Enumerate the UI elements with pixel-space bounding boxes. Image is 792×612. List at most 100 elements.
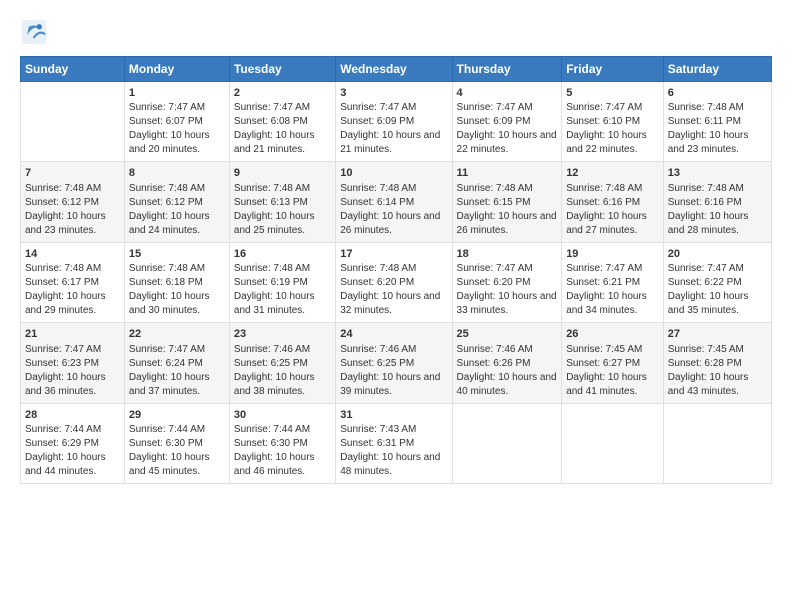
page: SundayMondayTuesdayWednesdayThursdayFrid…: [0, 0, 792, 498]
calendar-cell: 5Sunrise: 7:47 AM Sunset: 6:10 PM Daylig…: [562, 82, 664, 162]
day-content: Sunrise: 7:47 AM Sunset: 6:23 PM Dayligh…: [25, 343, 120, 399]
calendar-cell: 29Sunrise: 7:44 AM Sunset: 6:30 PM Dayli…: [124, 403, 229, 483]
header-cell-wednesday: Wednesday: [336, 57, 452, 82]
day-content: Sunrise: 7:47 AM Sunset: 6:22 PM Dayligh…: [668, 262, 767, 318]
day-content: Sunrise: 7:48 AM Sunset: 6:20 PM Dayligh…: [340, 262, 447, 318]
calendar-cell: 23Sunrise: 7:46 AM Sunset: 6:25 PM Dayli…: [229, 323, 335, 403]
calendar-cell: 20Sunrise: 7:47 AM Sunset: 6:22 PM Dayli…: [663, 242, 771, 322]
day-number: 26: [566, 327, 659, 342]
day-number: 13: [668, 166, 767, 181]
day-number: 24: [340, 327, 447, 342]
day-number: 10: [340, 166, 447, 181]
day-content: Sunrise: 7:47 AM Sunset: 6:10 PM Dayligh…: [566, 101, 659, 157]
day-number: 20: [668, 247, 767, 262]
calendar-cell: 27Sunrise: 7:45 AM Sunset: 6:28 PM Dayli…: [663, 323, 771, 403]
day-number: 30: [234, 408, 331, 423]
calendar-cell: 3Sunrise: 7:47 AM Sunset: 6:09 PM Daylig…: [336, 82, 452, 162]
day-content: Sunrise: 7:47 AM Sunset: 6:08 PM Dayligh…: [234, 101, 331, 157]
day-content: Sunrise: 7:47 AM Sunset: 6:20 PM Dayligh…: [457, 262, 558, 318]
day-content: Sunrise: 7:47 AM Sunset: 6:09 PM Dayligh…: [457, 101, 558, 157]
day-number: 23: [234, 327, 331, 342]
calendar-cell: [21, 82, 125, 162]
day-number: 8: [129, 166, 225, 181]
day-content: Sunrise: 7:44 AM Sunset: 6:30 PM Dayligh…: [129, 423, 225, 479]
day-content: Sunrise: 7:45 AM Sunset: 6:28 PM Dayligh…: [668, 343, 767, 399]
header-cell-tuesday: Tuesday: [229, 57, 335, 82]
logo: [20, 18, 52, 46]
day-number: 3: [340, 86, 447, 101]
day-content: Sunrise: 7:45 AM Sunset: 6:27 PM Dayligh…: [566, 343, 659, 399]
day-content: Sunrise: 7:48 AM Sunset: 6:11 PM Dayligh…: [668, 101, 767, 157]
day-number: 6: [668, 86, 767, 101]
day-number: 31: [340, 408, 447, 423]
calendar-body: 1Sunrise: 7:47 AM Sunset: 6:07 PM Daylig…: [21, 82, 772, 484]
calendar-cell: 28Sunrise: 7:44 AM Sunset: 6:29 PM Dayli…: [21, 403, 125, 483]
day-number: 27: [668, 327, 767, 342]
day-content: Sunrise: 7:43 AM Sunset: 6:31 PM Dayligh…: [340, 423, 447, 479]
calendar-cell: [562, 403, 664, 483]
calendar-cell: 15Sunrise: 7:48 AM Sunset: 6:18 PM Dayli…: [124, 242, 229, 322]
day-content: Sunrise: 7:47 AM Sunset: 6:21 PM Dayligh…: [566, 262, 659, 318]
day-number: 2: [234, 86, 331, 101]
calendar-cell: 4Sunrise: 7:47 AM Sunset: 6:09 PM Daylig…: [452, 82, 562, 162]
day-number: 7: [25, 166, 120, 181]
calendar-cell: 11Sunrise: 7:48 AM Sunset: 6:15 PM Dayli…: [452, 162, 562, 242]
day-content: Sunrise: 7:48 AM Sunset: 6:17 PM Dayligh…: [25, 262, 120, 318]
day-content: Sunrise: 7:48 AM Sunset: 6:16 PM Dayligh…: [668, 182, 767, 238]
day-content: Sunrise: 7:48 AM Sunset: 6:19 PM Dayligh…: [234, 262, 331, 318]
calendar-cell: 2Sunrise: 7:47 AM Sunset: 6:08 PM Daylig…: [229, 82, 335, 162]
day-content: Sunrise: 7:46 AM Sunset: 6:25 PM Dayligh…: [340, 343, 447, 399]
calendar-cell: 16Sunrise: 7:48 AM Sunset: 6:19 PM Dayli…: [229, 242, 335, 322]
day-content: Sunrise: 7:48 AM Sunset: 6:18 PM Dayligh…: [129, 262, 225, 318]
day-number: 29: [129, 408, 225, 423]
day-content: Sunrise: 7:46 AM Sunset: 6:25 PM Dayligh…: [234, 343, 331, 399]
day-number: 1: [129, 86, 225, 101]
day-number: 14: [25, 247, 120, 262]
header-cell-thursday: Thursday: [452, 57, 562, 82]
day-number: 11: [457, 166, 558, 181]
header: [20, 18, 772, 46]
calendar-cell: 25Sunrise: 7:46 AM Sunset: 6:26 PM Dayli…: [452, 323, 562, 403]
header-row: SundayMondayTuesdayWednesdayThursdayFrid…: [21, 57, 772, 82]
day-number: 15: [129, 247, 225, 262]
day-content: Sunrise: 7:47 AM Sunset: 6:09 PM Dayligh…: [340, 101, 447, 157]
calendar-table: SundayMondayTuesdayWednesdayThursdayFrid…: [20, 56, 772, 484]
day-number: 22: [129, 327, 225, 342]
calendar-cell: 1Sunrise: 7:47 AM Sunset: 6:07 PM Daylig…: [124, 82, 229, 162]
calendar-header: SundayMondayTuesdayWednesdayThursdayFrid…: [21, 57, 772, 82]
week-row-4: 21Sunrise: 7:47 AM Sunset: 6:23 PM Dayli…: [21, 323, 772, 403]
calendar-cell: [452, 403, 562, 483]
day-number: 9: [234, 166, 331, 181]
calendar-cell: 7Sunrise: 7:48 AM Sunset: 6:12 PM Daylig…: [21, 162, 125, 242]
calendar-cell: 10Sunrise: 7:48 AM Sunset: 6:14 PM Dayli…: [336, 162, 452, 242]
week-row-2: 7Sunrise: 7:48 AM Sunset: 6:12 PM Daylig…: [21, 162, 772, 242]
day-content: Sunrise: 7:44 AM Sunset: 6:30 PM Dayligh…: [234, 423, 331, 479]
day-number: 19: [566, 247, 659, 262]
week-row-1: 1Sunrise: 7:47 AM Sunset: 6:07 PM Daylig…: [21, 82, 772, 162]
calendar-cell: 24Sunrise: 7:46 AM Sunset: 6:25 PM Dayli…: [336, 323, 452, 403]
week-row-3: 14Sunrise: 7:48 AM Sunset: 6:17 PM Dayli…: [21, 242, 772, 322]
day-number: 17: [340, 247, 447, 262]
day-content: Sunrise: 7:48 AM Sunset: 6:12 PM Dayligh…: [25, 182, 120, 238]
calendar-cell: 6Sunrise: 7:48 AM Sunset: 6:11 PM Daylig…: [663, 82, 771, 162]
day-number: 28: [25, 408, 120, 423]
day-content: Sunrise: 7:44 AM Sunset: 6:29 PM Dayligh…: [25, 423, 120, 479]
calendar-cell: [663, 403, 771, 483]
day-number: 21: [25, 327, 120, 342]
calendar-cell: 30Sunrise: 7:44 AM Sunset: 6:30 PM Dayli…: [229, 403, 335, 483]
day-content: Sunrise: 7:46 AM Sunset: 6:26 PM Dayligh…: [457, 343, 558, 399]
day-content: Sunrise: 7:47 AM Sunset: 6:07 PM Dayligh…: [129, 101, 225, 157]
header-cell-sunday: Sunday: [21, 57, 125, 82]
calendar-cell: 21Sunrise: 7:47 AM Sunset: 6:23 PM Dayli…: [21, 323, 125, 403]
calendar-cell: 13Sunrise: 7:48 AM Sunset: 6:16 PM Dayli…: [663, 162, 771, 242]
calendar-cell: 19Sunrise: 7:47 AM Sunset: 6:21 PM Dayli…: [562, 242, 664, 322]
header-cell-friday: Friday: [562, 57, 664, 82]
day-content: Sunrise: 7:48 AM Sunset: 6:15 PM Dayligh…: [457, 182, 558, 238]
day-number: 5: [566, 86, 659, 101]
day-content: Sunrise: 7:48 AM Sunset: 6:16 PM Dayligh…: [566, 182, 659, 238]
calendar-cell: 14Sunrise: 7:48 AM Sunset: 6:17 PM Dayli…: [21, 242, 125, 322]
header-cell-saturday: Saturday: [663, 57, 771, 82]
day-content: Sunrise: 7:48 AM Sunset: 6:14 PM Dayligh…: [340, 182, 447, 238]
day-content: Sunrise: 7:48 AM Sunset: 6:12 PM Dayligh…: [129, 182, 225, 238]
header-cell-monday: Monday: [124, 57, 229, 82]
